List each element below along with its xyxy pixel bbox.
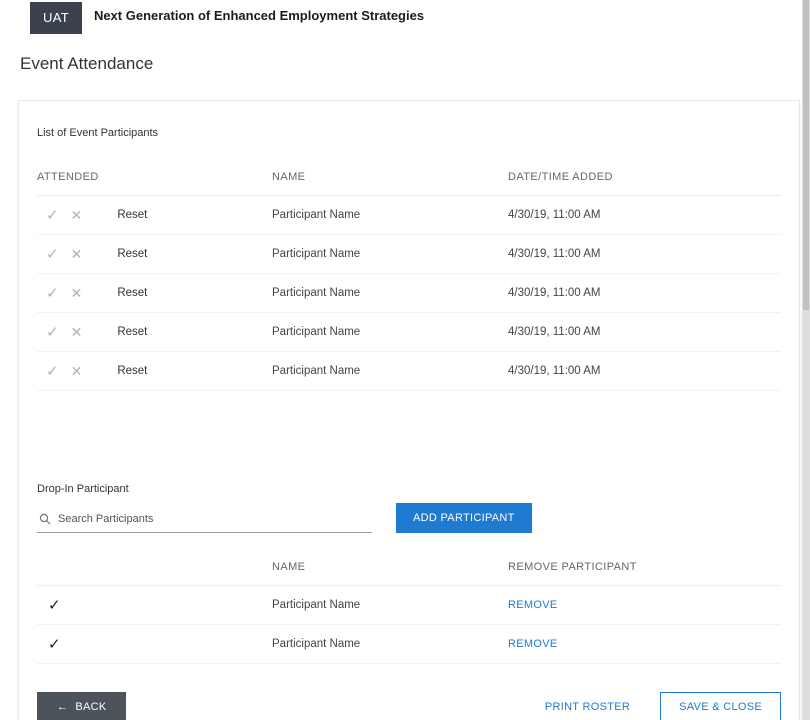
attended-cross-icon[interactable]: ✕ bbox=[71, 285, 83, 302]
table-row: ✓ ✕ Reset Participant Name 4/30/19, 11:0… bbox=[37, 352, 781, 391]
top-header: UAT Next Generation of Enhanced Employme… bbox=[0, 0, 810, 34]
attended-cross-icon[interactable]: ✕ bbox=[71, 324, 83, 341]
participant-name: Participant Name bbox=[272, 209, 508, 221]
participant-name: Participant Name bbox=[272, 365, 508, 377]
date-time-added: 4/30/19, 11:00 AM bbox=[508, 365, 781, 377]
reset-link[interactable]: Reset bbox=[117, 248, 147, 260]
attended-check-icon[interactable]: ✓ bbox=[46, 323, 59, 341]
reset-link[interactable]: Reset bbox=[117, 209, 147, 221]
save-close-button[interactable]: SAVE & CLOSE bbox=[660, 692, 781, 720]
reset-link[interactable]: Reset bbox=[117, 287, 147, 299]
dropin-section-label: Drop-In Participant bbox=[37, 483, 781, 495]
table-row: ✓ ✕ Reset Participant Name 4/30/19, 11:0… bbox=[37, 274, 781, 313]
table-row: ✓ ✕ Reset Participant Name 4/30/19, 11:0… bbox=[37, 235, 781, 274]
scrollbar[interactable] bbox=[802, 0, 810, 720]
attended-check-icon[interactable]: ✓ bbox=[46, 245, 59, 263]
attended-check-icon[interactable]: ✓ bbox=[46, 362, 59, 380]
date-time-added: 4/30/19, 11:00 AM bbox=[508, 326, 781, 338]
search-icon bbox=[39, 513, 51, 525]
column-header-name: NAME bbox=[272, 171, 508, 183]
participant-name: Participant Name bbox=[272, 638, 508, 650]
participant-name: Participant Name bbox=[272, 248, 508, 260]
scrollbar-thumb[interactable] bbox=[803, 0, 809, 310]
column-header-attended: ATTENDED bbox=[37, 171, 272, 183]
attended-check-icon[interactable]: ✓ bbox=[46, 206, 59, 224]
column-header-remove: REMOVE PARTICIPANT bbox=[508, 561, 781, 573]
column-header-date-added: DATE/TIME ADDED bbox=[508, 171, 781, 183]
environment-badge: UAT bbox=[30, 2, 82, 34]
table-row: ✓ Participant Name REMOVE bbox=[37, 625, 781, 664]
attended-cross-icon[interactable]: ✕ bbox=[71, 207, 83, 224]
print-roster-link[interactable]: PRINT ROSTER bbox=[545, 701, 630, 713]
attended-cross-icon[interactable]: ✕ bbox=[71, 363, 83, 380]
back-button[interactable]: ← BACK bbox=[37, 692, 126, 720]
event-attendance-card: List of Event Participants ATTENDED NAME… bbox=[18, 100, 800, 720]
event-table-header: ATTENDED NAME DATE/TIME ADDED bbox=[37, 161, 781, 196]
remove-participant-link[interactable]: REMOVE bbox=[508, 599, 557, 611]
search-box bbox=[37, 511, 372, 533]
participant-name: Participant Name bbox=[272, 326, 508, 338]
remove-participant-link[interactable]: REMOVE bbox=[508, 638, 557, 650]
search-participants-input[interactable] bbox=[58, 513, 370, 525]
dropin-table-header: NAME REMOVE PARTICIPANT bbox=[37, 551, 781, 586]
reset-link[interactable]: Reset bbox=[117, 365, 147, 377]
date-time-added: 4/30/19, 11:00 AM bbox=[508, 287, 781, 299]
participant-name: Participant Name bbox=[272, 599, 508, 611]
page-title: Event Attendance bbox=[20, 54, 810, 74]
table-row: ✓ ✕ Reset Participant Name 4/30/19, 11:0… bbox=[37, 196, 781, 235]
app-title: Next Generation of Enhanced Employment S… bbox=[94, 8, 424, 23]
attended-cross-icon[interactable]: ✕ bbox=[71, 246, 83, 263]
attended-check-icon[interactable]: ✓ bbox=[48, 635, 61, 653]
dropin-search-row: ADD PARTICIPANT bbox=[37, 511, 781, 533]
date-time-added: 4/30/19, 11:00 AM bbox=[508, 248, 781, 260]
back-arrow-icon: ← bbox=[57, 701, 68, 713]
card-footer: ← BACK PRINT ROSTER SAVE & CLOSE bbox=[37, 692, 781, 720]
participants-section-label: List of Event Participants bbox=[37, 127, 781, 139]
attended-check-icon[interactable]: ✓ bbox=[48, 596, 61, 614]
back-button-label: BACK bbox=[75, 701, 106, 713]
table-row: ✓ ✕ Reset Participant Name 4/30/19, 11:0… bbox=[37, 313, 781, 352]
table-row: ✓ Participant Name REMOVE bbox=[37, 586, 781, 625]
attended-check-icon[interactable]: ✓ bbox=[46, 284, 59, 302]
column-header-name: NAME bbox=[272, 561, 508, 573]
participant-name: Participant Name bbox=[272, 287, 508, 299]
add-participant-button[interactable]: ADD PARTICIPANT bbox=[396, 503, 532, 533]
date-time-added: 4/30/19, 11:00 AM bbox=[508, 209, 781, 221]
reset-link[interactable]: Reset bbox=[117, 326, 147, 338]
